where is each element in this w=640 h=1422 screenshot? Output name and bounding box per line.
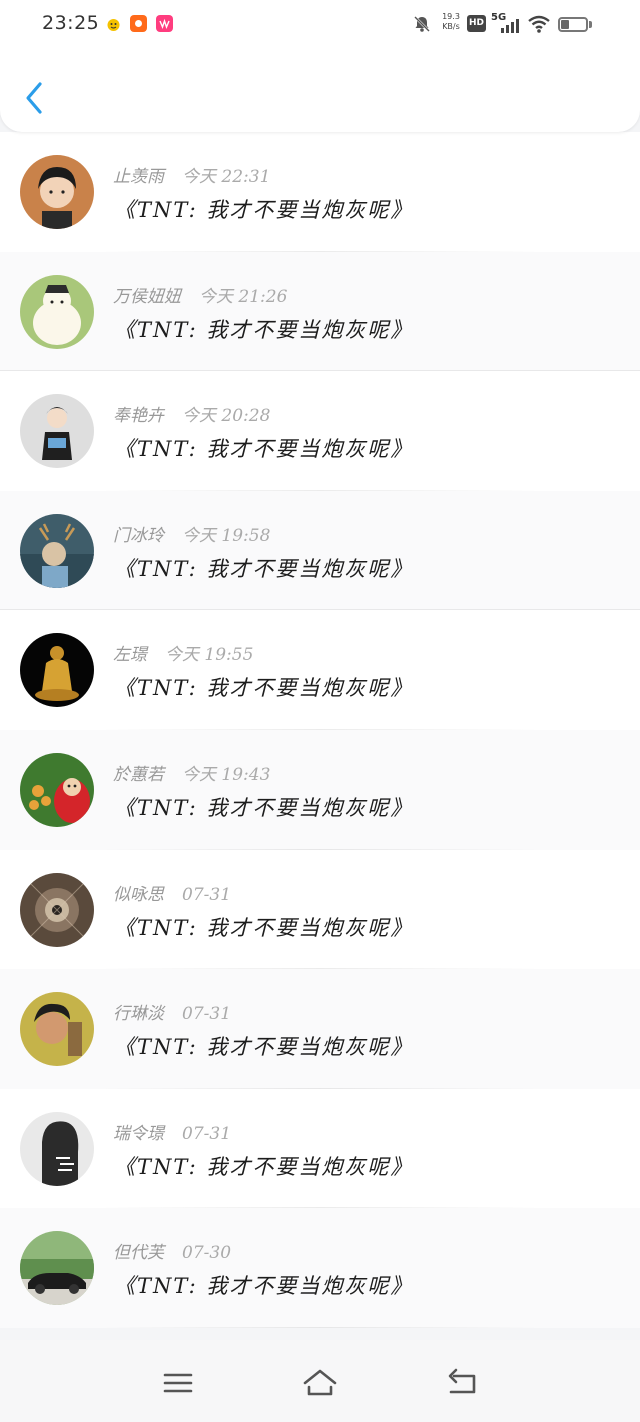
comment-time: 今天 20:28 (182, 406, 271, 427)
status-bar: 23:25 19.3 KB/s HD 5G (0, 0, 640, 50)
avatar[interactable] (20, 155, 94, 229)
comment-meta: 万侯妞妞 今天 21:26 (113, 282, 287, 307)
comment-title[interactable]: 《TNT: 我才不要当炮灰呢》 (114, 553, 413, 583)
battery-cap (589, 21, 592, 28)
comment-time: 今天 19:58 (182, 525, 271, 546)
nav-back-button[interactable] (442, 1366, 482, 1400)
avatar[interactable] (20, 1231, 94, 1306)
comment-meta: 奉艳卉 今天 20:28 (113, 401, 270, 426)
comment-meta: 於蕙若 今天 19:43 (113, 760, 270, 785)
list-item[interactable]: 门冰玲 今天 19:58 《TNT: 我才不要当炮灰呢》 (0, 490, 640, 611)
app-notification-icon (130, 15, 147, 32)
status-time: 23:25 (42, 12, 100, 34)
wifi-icon (528, 14, 550, 38)
avatar[interactable] (20, 992, 94, 1067)
comment-time: 07-31 (182, 1123, 232, 1144)
home-button[interactable] (300, 1366, 340, 1400)
avatar[interactable] (20, 1111, 94, 1186)
comment-title[interactable]: 《TNT: 我才不要当炮灰呢》 (114, 314, 413, 344)
list-item[interactable]: 奉艳卉 今天 20:28 《TNT: 我才不要当炮灰呢》 (0, 371, 640, 491)
avatar[interactable] (20, 752, 94, 827)
user-name[interactable]: 止羡雨 (113, 167, 164, 187)
comment-title[interactable]: 《TNT: 我才不要当炮灰呢》 (114, 672, 413, 702)
user-name[interactable]: 於蕙若 (113, 765, 164, 785)
mute-bell-icon (412, 14, 432, 38)
home-icon (303, 1369, 337, 1396)
user-name[interactable]: 奉艳卉 (113, 406, 164, 426)
avatar[interactable] (20, 394, 94, 469)
net-speed-value: 19.3 (442, 12, 460, 21)
comment-title[interactable]: 《TNT: 我才不要当炮灰呢》 (114, 1151, 413, 1181)
comment-time: 今天 21:26 (199, 286, 288, 307)
list-item[interactable]: 行琳淡 07-31 《TNT: 我才不要当炮灰呢》 (0, 969, 640, 1089)
app-notification-icon (156, 15, 173, 32)
comment-title[interactable]: 《TNT: 我才不要当炮灰呢》 (114, 1031, 413, 1061)
net-speed: 19.3 KB/s (440, 12, 462, 32)
battery-level (561, 20, 569, 29)
divider (100, 1326, 540, 1328)
comment-meta: 左璟 今天 19:55 (113, 640, 253, 665)
avatar[interactable] (20, 872, 94, 947)
menu-button[interactable] (158, 1366, 198, 1400)
comment-title[interactable]: 《TNT: 我才不要当炮灰呢》 (114, 194, 413, 224)
user-name[interactable]: 万侯妞妞 (113, 287, 181, 307)
comment-meta: 门冰玲 今天 19:58 (113, 521, 270, 546)
comment-time: 07-31 (182, 1004, 232, 1025)
user-name[interactable]: 行琳淡 (113, 1004, 164, 1024)
list-item[interactable]: 但代芙 07-30 《TNT: 我才不要当炮灰呢》 (0, 1208, 640, 1328)
comment-meta: 瑞令璟 07-31 (113, 1119, 231, 1144)
user-name[interactable]: 左璟 (113, 645, 147, 665)
list-item[interactable]: 止羡雨 今天 22:31 《TNT: 我才不要当炮灰呢》 (0, 132, 640, 252)
comment-title[interactable]: 《TNT: 我才不要当炮灰呢》 (114, 912, 413, 942)
comment-time: 07-30 (182, 1243, 232, 1264)
comment-meta: 但代芙 07-30 (113, 1238, 231, 1263)
comment-title[interactable]: 《TNT: 我才不要当炮灰呢》 (114, 433, 413, 463)
user-name[interactable]: 门冰玲 (113, 526, 164, 546)
comment-time: 今天 19:43 (182, 764, 271, 785)
battery-icon (558, 17, 588, 32)
comment-time: 今天 19:55 (165, 645, 254, 666)
header: 23:25 19.3 KB/s HD 5G (0, 0, 640, 132)
comment-time: 今天 22:31 (182, 167, 271, 187)
comment-meta: 行琳淡 07-31 (113, 999, 231, 1024)
comment-meta: 止羡雨 今天 22:31 (113, 162, 270, 187)
comment-time: 07-31 (182, 884, 232, 905)
user-name[interactable]: 似咏思 (113, 885, 164, 905)
list-item[interactable]: 万侯妞妞 今天 21:26 《TNT: 我才不要当炮灰呢》 (0, 251, 640, 372)
list-item[interactable]: 瑞令璟 07-31 《TNT: 我才不要当炮灰呢》 (0, 1088, 640, 1209)
user-name[interactable]: 瑞令璟 (113, 1124, 164, 1144)
comment-meta: 似咏思 07-31 (113, 880, 231, 905)
comment-title[interactable]: 《TNT: 我才不要当炮灰呢》 (114, 1270, 413, 1300)
back-arrow-icon (448, 1368, 476, 1394)
signal-icon (500, 18, 522, 38)
net-speed-unit: KB/s (442, 22, 460, 31)
navigation-bar (0, 1340, 640, 1422)
list-item[interactable]: 似咏思 07-31 《TNT: 我才不要当炮灰呢》 (0, 849, 640, 970)
comment-title[interactable]: 《TNT: 我才不要当炮灰呢》 (114, 792, 413, 822)
back-button[interactable] (18, 78, 54, 118)
chevron-left-icon (26, 82, 42, 114)
comment-list: 止羡雨 今天 22:31 《TNT: 我才不要当炮灰呢》 万侯妞妞 今天 21:26… (0, 132, 640, 1328)
menu-icon (163, 1373, 193, 1393)
avatar[interactable] (20, 274, 94, 349)
avatar[interactable] (20, 513, 94, 588)
hd-badge: HD (467, 15, 486, 32)
app-notification-icon (104, 15, 121, 32)
avatar[interactable] (20, 633, 94, 708)
user-name[interactable]: 但代芙 (113, 1243, 164, 1263)
list-item[interactable]: 左璟 今天 19:55 《TNT: 我才不要当炮灰呢》 (0, 610, 640, 730)
list-item[interactable]: 於蕙若 今天 19:43 《TNT: 我才不要当炮灰呢》 (0, 729, 640, 850)
